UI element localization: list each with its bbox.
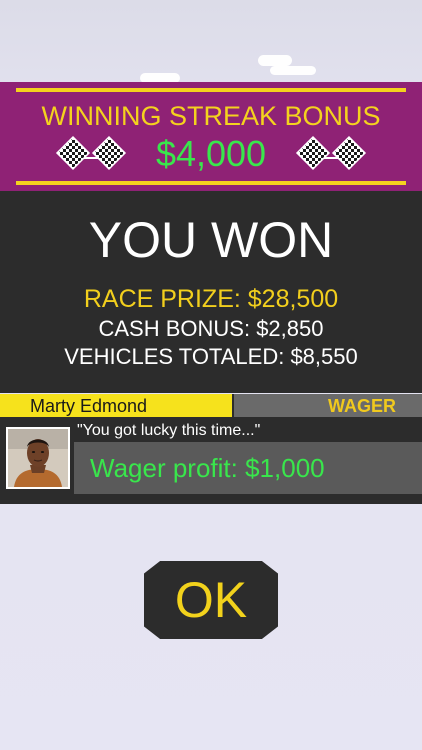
bonus-title: WINNING STREAK BONUS — [41, 101, 381, 131]
checkered-flags-icon — [295, 135, 367, 171]
ok-button[interactable]: OK — [144, 561, 278, 639]
opponent-name: Marty Edmond — [30, 396, 148, 416]
opponent-name-tab: Marty Edmond — [0, 394, 232, 417]
wager-panel: "You got lucky this time..." Wager profi… — [0, 417, 422, 504]
opponent-quote: "You got lucky this time..." — [77, 422, 261, 439]
cloud — [258, 55, 292, 66]
wager-profit: Wager profit: $1,000 — [90, 453, 325, 483]
banner-divider-bottom — [16, 181, 406, 185]
ok-button-label: OK — [174, 572, 248, 628]
wager-label: WAGER — [327, 396, 396, 416]
wager-tab: WAGER — [234, 394, 422, 417]
result-title: YOU WON — [88, 212, 334, 268]
opponent-portrait-image — [8, 429, 68, 487]
winning-streak-bonus-banner: WINNING STREAK BONUS $4,000 — [0, 82, 422, 191]
race-prize: RACE PRIZE: $28,500 — [83, 285, 339, 313]
cloud — [270, 66, 316, 75]
wager-header: Marty Edmond WAGER — [0, 394, 422, 417]
race-results-panel: YOU WON RACE PRIZE: $28,500 CASH BONUS: … — [0, 191, 422, 393]
wager-profit-box: Wager profit: $1,000 — [74, 442, 422, 494]
opponent-avatar — [6, 427, 70, 489]
cash-bonus: CASH BONUS: $2,850 — [98, 316, 324, 341]
banner-divider-top — [16, 88, 406, 92]
vehicles-totaled: VEHICLES TOTALED: $8,550 — [64, 344, 358, 369]
